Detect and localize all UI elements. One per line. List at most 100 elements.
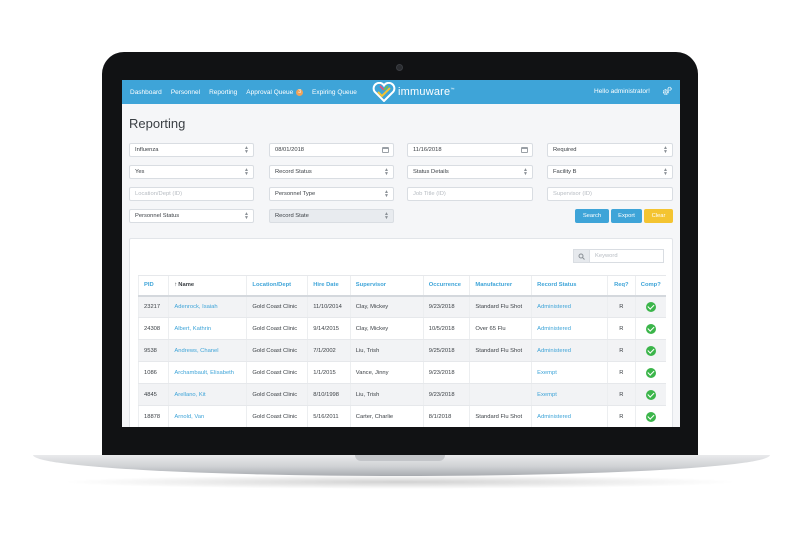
cell-req: R [607,295,636,318]
cell-record-status[interactable]: Administered [531,405,608,427]
search-icon [578,253,585,260]
calendar-icon[interactable] [521,147,528,153]
cell-req: R [607,405,636,427]
cell-record-status[interactable]: Administered [531,295,608,318]
top-navbar: Dashboard Personnel Reporting Approval Q… [122,80,680,104]
col-header-supervisor[interactable]: Supervisor [349,275,424,297]
select-arrows-icon: ▲ ▼ [663,145,668,155]
nav-approval-queue-label: Approval Queue [246,88,294,96]
cell-comp [634,383,666,406]
location-input[interactable]: Location/Dept (ID) [129,187,254,201]
cell-manufacturer: Standard Flu Shot [469,339,532,362]
search-button[interactable]: Search [575,209,609,223]
cell-pid: 1086 [137,361,169,384]
personnel-status-select[interactable]: Personnel Status ▲ ▼ [129,209,254,223]
answer-select[interactable]: Yes ▲ ▼ [129,165,254,179]
gear-icon[interactable] [662,86,672,96]
nav-personnel[interactable]: Personnel [171,89,200,96]
answer-select-value: Yes [135,169,145,175]
col-header-manufacturer[interactable]: Manufacturer [469,275,532,297]
camera-icon [396,64,403,71]
check-circle-icon [645,389,656,400]
calendar-icon[interactable] [382,147,389,153]
cell-record-status[interactable]: Exempt [531,383,608,406]
nav-expiring-queue[interactable]: Expiring Queue [312,89,357,96]
cell-pid: 24308 [137,317,169,340]
record-state-select[interactable]: Record State ▲ ▼ [269,209,394,223]
check-circle-icon [645,345,656,356]
cell-name[interactable]: Albert, Kathrin [168,317,247,340]
clear-button[interactable]: Clear [644,209,673,223]
table-row[interactable]: 4845 Arellano, Kit Gold Coast Clinic 8/10/1… [137,383,666,406]
col-header-hire-date[interactable]: Hire Date [307,275,351,297]
start-date-field[interactable]: 08/01/2018 [269,143,394,157]
table-row[interactable]: 24308 Albert, Kathrin Gold Coast Clinic 9/1… [137,317,666,340]
cell-pid: 9538 [137,339,169,362]
col-header-location[interactable]: Location/Dept [246,275,308,297]
status-details-select[interactable]: Status Details ▲ ▼ [407,165,533,179]
cell-location: Gold Coast Clinic [246,405,308,427]
table-row[interactable]: 9538 Andrews, Chanel Gold Coast Clinic 7/1/… [137,339,666,362]
cell-pid: 4845 [137,383,169,406]
cell-occurrence: 9/23/2018 [422,383,470,406]
job-title-input[interactable]: Job Title (ID) [407,187,533,201]
cell-record-status[interactable]: Exempt [531,361,608,384]
cell-hire-date: 9/14/2015 [307,317,351,340]
cell-record-status[interactable]: Administered [531,317,608,340]
user-greeting[interactable]: Hello administrator! [594,88,650,95]
select-arrows-icon: ▲ ▼ [244,145,249,155]
col-header-pid[interactable]: PID [137,275,169,297]
select-arrows-icon: ▲ ▼ [244,211,249,221]
table-row[interactable]: 23217 Adenrock, Isaiah Gold Coast Clinic 11… [137,295,666,318]
cell-location: Gold Coast Clinic [246,317,308,340]
cell-comp [634,339,666,362]
cell-name[interactable]: Andrews, Chanel [168,339,247,362]
select-arrows-icon: ▲ ▼ [523,167,528,177]
results-panel: Keyword PID ↑Name Location/Dept Hire Dat… [129,238,673,427]
nav-approval-queue[interactable]: Approval Queue 3 [246,88,304,96]
record-status-select[interactable]: Record Status ▲ ▼ [269,165,394,179]
vaccine-select[interactable]: Influenza ▲ ▼ [129,143,254,157]
required-select[interactable]: Required ▲ ▼ [547,143,673,157]
table-row[interactable]: 1086 Archambault, Elisabeth Gold Coast Cli… [137,361,666,384]
nav-dashboard[interactable]: Dashboard [130,89,162,96]
check-circle-icon [645,411,656,422]
cell-name[interactable]: Adenrock, Isaiah [168,295,247,318]
sort-ascending-icon: ↑ [174,282,178,289]
cell-occurrence: 9/23/2018 [422,361,470,384]
cell-hire-date: 1/1/2015 [307,361,351,384]
cell-occurrence: 9/23/2018 [422,295,470,318]
personnel-type-select[interactable]: Personnel Type ▲ ▼ [269,187,394,201]
keyword-search-button[interactable] [573,249,589,263]
col-header-req[interactable]: Req? [607,275,636,297]
cell-manufacturer: Standard Flu Shot [469,295,532,318]
table-row[interactable]: 18878 Arnold, Van Gold Coast Clinic 5/16/20… [137,405,666,427]
col-header-occurrence[interactable]: Occurrence [422,275,470,297]
cell-supervisor: Liu, Trish [349,339,424,362]
cell-comp [634,405,666,427]
laptop-base-notch [355,455,445,461]
cell-name[interactable]: Arnold, Van [168,405,247,427]
nav-reporting[interactable]: Reporting [209,89,237,96]
end-date-field[interactable]: 11/16/2018 [407,143,533,157]
cell-supervisor: Vance, Jinny [349,361,424,384]
results-table: PID ↑Name Location/Dept Hire Date Superv… [137,275,666,427]
heart-logo-icon [372,82,396,102]
export-button[interactable]: Export [611,209,642,223]
cell-manufacturer: Standard Flu Shot [469,405,532,427]
keyword-input[interactable]: Keyword [589,249,664,263]
col-header-name[interactable]: ↑Name [168,275,247,297]
facility-select[interactable]: Facility B ▲ ▼ [547,165,673,179]
immuware-logo[interactable]: immuware™ [372,82,455,102]
select-arrows-icon: ▲ ▼ [244,167,249,177]
start-date-value: 08/01/2018 [275,147,305,153]
cell-name[interactable]: Arellano, Kit [168,383,247,406]
supervisor-input[interactable]: Supervisor (ID) [547,187,673,201]
cell-name[interactable]: Archambault, Elisabeth [168,361,247,384]
check-circle-icon [645,367,656,378]
col-header-record-status[interactable]: Record Status [531,275,608,297]
cell-supervisor: Carter, Charlie [349,405,424,427]
col-header-comp[interactable]: Comp? [634,275,666,297]
cell-record-status[interactable]: Administered [531,339,608,362]
approval-count-badge: 3 [296,88,304,96]
